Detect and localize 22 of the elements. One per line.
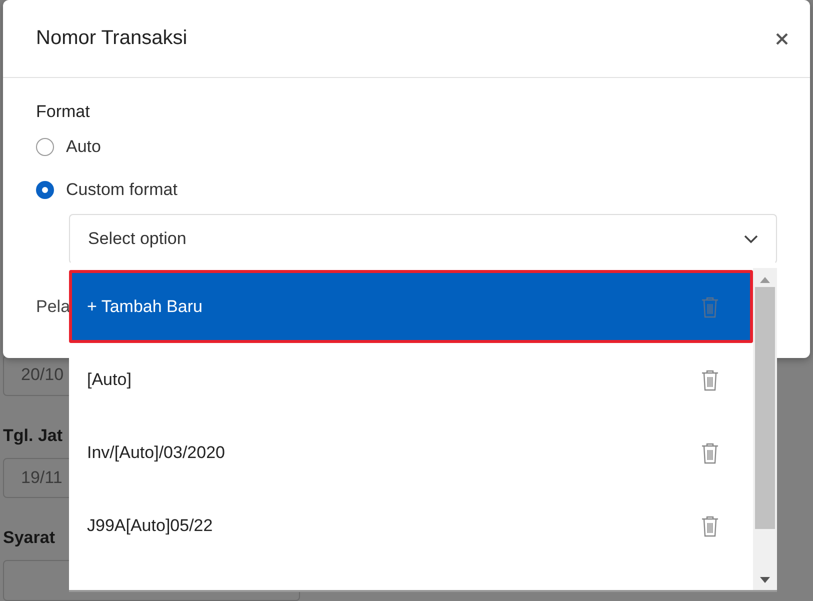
field-label: Pela xyxy=(36,297,70,317)
dropdown-option[interactable]: + Tambah Baru xyxy=(69,270,753,343)
trash-icon[interactable] xyxy=(700,368,720,390)
dropdown-option[interactable]: J99A[Auto]05/22 xyxy=(69,489,753,562)
select-field[interactable]: Select option xyxy=(69,214,777,264)
close-icon[interactable] xyxy=(776,32,788,44)
trash-icon[interactable] xyxy=(700,442,720,464)
dropdown-option[interactable]: Inv/[Auto]/03/2020 xyxy=(69,416,753,489)
dialog-title: Nomor Transaksi xyxy=(36,27,188,50)
radio-button[interactable] xyxy=(36,138,54,156)
scrollbar[interactable] xyxy=(753,268,777,590)
scroll-down-arrow-icon[interactable] xyxy=(760,577,770,583)
radio-button[interactable] xyxy=(36,181,54,199)
field-label: Format xyxy=(36,102,91,122)
scroll-up-arrow-icon[interactable] xyxy=(760,277,770,283)
field-label: Syarat xyxy=(3,528,56,548)
radio-label: Auto xyxy=(66,137,101,157)
chevron-down-icon xyxy=(744,234,758,244)
radio-label: Custom format xyxy=(66,180,178,200)
field-label: Tgl. Jat xyxy=(3,426,64,446)
dropdown-option[interactable]: [Auto] xyxy=(69,343,753,416)
trash-icon[interactable] xyxy=(700,514,720,536)
